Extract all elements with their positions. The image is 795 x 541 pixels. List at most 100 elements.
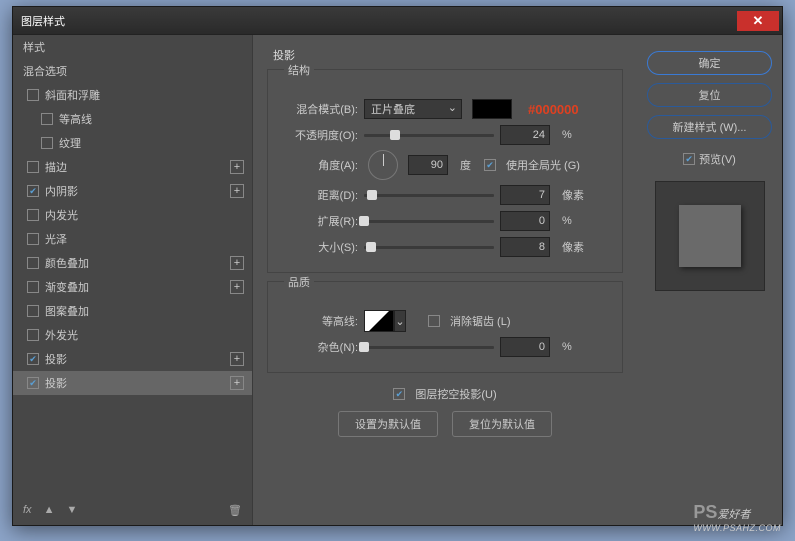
watermark-logo: PS [693,502,717,522]
effect-row[interactable]: 光泽 [13,227,252,251]
effect-row[interactable]: 内发光 [13,203,252,227]
noise-slider[interactable] [364,340,494,354]
make-default-button[interactable]: 设置为默认值 [338,411,438,437]
delete-effect-button[interactable]: 🗑 [228,504,242,517]
distance-label: 距离(D): [278,187,358,203]
add-effect-button[interactable]: + [230,160,244,174]
move-down-button[interactable]: ▼ [66,504,77,516]
reset-default-button[interactable]: 复位为默认值 [452,411,552,437]
spread-input[interactable]: 0 [500,211,550,231]
ok-button[interactable]: 确定 [647,51,772,75]
shadow-color-swatch[interactable] [472,99,512,119]
effect-checkbox[interactable] [27,89,39,101]
add-effect-button[interactable]: + [230,376,244,390]
effect-row[interactable]: 投影+ [13,347,252,371]
window-title: 图层样式 [13,13,737,29]
effect-checkbox[interactable] [27,233,39,245]
preview-checkbox[interactable] [683,153,695,165]
titlebar[interactable]: 图层样式 ✕ [13,7,782,35]
size-input[interactable]: 8 [500,237,550,257]
noise-unit: % [562,341,592,353]
effect-label: 外发光 [45,327,244,343]
effect-label: 斜面和浮雕 [45,87,244,103]
effect-checkbox[interactable] [41,113,53,125]
add-effect-button[interactable]: + [230,256,244,270]
effect-row[interactable]: 斜面和浮雕 [13,83,252,107]
angle-unit: 度 [460,157,478,173]
quality-group: 品质 等高线: ⌄ 消除锯齿 (L) 杂色(N): 0 % [267,281,623,373]
angle-input[interactable]: 90 [408,155,448,175]
new-style-button[interactable]: 新建样式 (W)... [647,115,772,139]
effects-list: 斜面和浮雕等高线纹理描边+内阴影+内发光光泽颜色叠加+渐变叠加+图案叠加外发光投… [13,83,252,495]
add-effect-button[interactable]: + [230,280,244,294]
distance-slider[interactable] [364,188,494,202]
quality-legend: 品质 [284,274,314,290]
global-light-label: 使用全局光 (G) [506,157,580,173]
effect-checkbox[interactable] [27,185,39,197]
effect-row[interactable]: 外发光 [13,323,252,347]
move-up-button[interactable]: ▲ [44,504,55,516]
blend-options-header[interactable]: 混合选项 [13,59,252,83]
structure-legend: 结构 [284,62,314,78]
size-label: 大小(S): [278,239,358,255]
effect-label: 投影 [45,351,230,367]
noise-input[interactable]: 0 [500,337,550,357]
effect-checkbox[interactable] [27,353,39,365]
layer-style-dialog: 图层样式 ✕ 样式 混合选项 斜面和浮雕等高线纹理描边+内阴影+ 内发光光泽颜色叠… [12,6,783,526]
effect-row[interactable]: 渐变叠加+ [13,275,252,299]
effect-row[interactable]: 内阴影+ [13,179,252,203]
antialias-label: 消除锯齿 (L) [450,313,511,329]
fx-menu-button[interactable]: fx [23,504,32,516]
effect-checkbox[interactable] [41,137,53,149]
opacity-slider[interactable] [364,128,494,142]
sidebar-footer: fx ▲ ▼ 🗑 [13,495,252,525]
opacity-input[interactable]: 24 [500,125,550,145]
contour-picker[interactable] [364,310,394,332]
knockout-checkbox[interactable] [393,388,405,400]
effect-label: 投影 [45,375,230,391]
effect-label: 等高线 [59,111,244,127]
effect-label: 光泽 [45,231,244,247]
contour-dropdown[interactable]: ⌄ [394,310,406,332]
effect-checkbox[interactable] [27,257,39,269]
opacity-unit: % [562,129,592,141]
effect-checkbox[interactable] [27,329,39,341]
size-unit: 像素 [562,239,592,255]
distance-input[interactable]: 7 [500,185,550,205]
opacity-label: 不透明度(O): [278,127,358,143]
global-light-checkbox[interactable] [484,159,496,171]
styles-sidebar: 样式 混合选项 斜面和浮雕等高线纹理描边+内阴影+内发光光泽颜色叠加+渐变叠加+… [13,35,253,525]
effect-row[interactable]: 图案叠加 [13,299,252,323]
close-button[interactable]: ✕ [737,11,779,31]
size-slider[interactable] [364,240,494,254]
watermark: PS爱好者 WWW.PSAHZ.COM [693,502,781,533]
blend-mode-select[interactable]: 正片叠底 [364,99,462,119]
cancel-button[interactable]: 复位 [647,83,772,107]
styles-header[interactable]: 样式 [13,35,252,59]
effect-row[interactable]: 颜色叠加+ [13,251,252,275]
effect-row[interactable]: 投影+ [13,371,252,395]
effect-checkbox[interactable] [27,305,39,317]
effect-label: 纹理 [59,135,244,151]
add-effect-button[interactable]: + [230,352,244,366]
angle-dial[interactable] [368,150,398,180]
antialias-checkbox[interactable] [428,315,440,327]
distance-unit: 像素 [562,187,592,203]
preview-label: 预览(V) [699,151,736,167]
blend-mode-label: 混合模式(B): [278,101,358,117]
shadow-color-hex: #000000 [528,102,579,117]
effect-row[interactable]: 描边+ [13,155,252,179]
effect-label: 内发光 [45,207,244,223]
effect-checkbox[interactable] [27,377,39,389]
effect-checkbox[interactable] [27,209,39,221]
effect-checkbox[interactable] [27,281,39,293]
preview-inner [679,205,741,267]
add-effect-button[interactable]: + [230,184,244,198]
panel-title: 投影 [273,47,623,63]
spread-slider[interactable] [364,214,494,228]
effect-label: 渐变叠加 [45,279,230,295]
effect-row[interactable]: 纹理 [13,131,252,155]
main-panel: 投影 结构 混合模式(B): 正片叠底 #000000 不透明度(O): 24 … [253,35,637,525]
effect-row[interactable]: 等高线 [13,107,252,131]
effect-checkbox[interactable] [27,161,39,173]
